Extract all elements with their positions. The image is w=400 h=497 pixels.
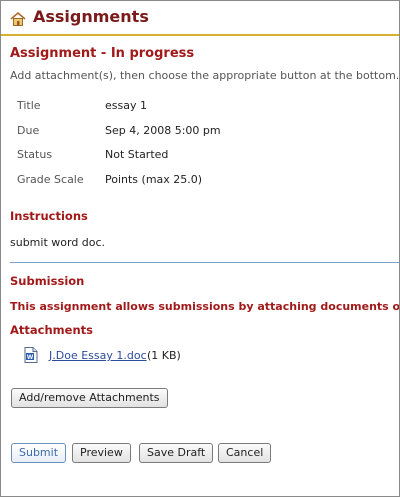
submission-notice: This assignment allows submissions by at…	[10, 300, 400, 313]
page-title: Assignments	[33, 7, 149, 26]
preview-button[interactable]: Preview	[72, 443, 131, 463]
section-divider	[10, 262, 399, 263]
word-document-icon: W	[24, 347, 38, 363]
cancel-button[interactable]: Cancel	[218, 443, 272, 463]
detail-label-status: Status	[17, 148, 53, 161]
instructions-heading: Instructions	[10, 209, 88, 223]
detail-value-due: Sep 4, 2008 5:00 pm	[105, 124, 221, 137]
svg-text:W: W	[27, 354, 34, 361]
attachment-size: (1 KB)	[147, 349, 181, 362]
page-header: Assignments	[1, 1, 399, 36]
detail-label-title: Title	[17, 99, 41, 112]
assignment-heading: Assignment - In progress	[10, 46, 195, 61]
detail-value-status: Not Started	[105, 148, 169, 161]
assignment-instruction-line: Add attachment(s), then choose the appro…	[10, 69, 400, 82]
attachments-heading: Attachments	[10, 323, 93, 337]
detail-label-due: Due	[17, 124, 40, 137]
add-remove-attachments-button[interactable]: Add/remove Attachments	[11, 388, 168, 408]
attachment-link[interactable]: J.Doe Essay 1.doc	[49, 349, 147, 362]
home-icon	[10, 12, 26, 26]
save-draft-button[interactable]: Save Draft	[139, 443, 214, 463]
assignment-panel: Assignments Assignment - In progress Add…	[0, 0, 400, 497]
submit-button[interactable]: Submit	[11, 443, 67, 463]
detail-value-grade-scale: Points (max 25.0)	[105, 173, 203, 186]
instructions-text: submit word doc.	[10, 236, 106, 249]
submission-heading: Submission	[10, 274, 85, 288]
detail-label-grade-scale: Grade Scale	[17, 173, 84, 186]
detail-value-title: essay 1	[105, 99, 147, 112]
